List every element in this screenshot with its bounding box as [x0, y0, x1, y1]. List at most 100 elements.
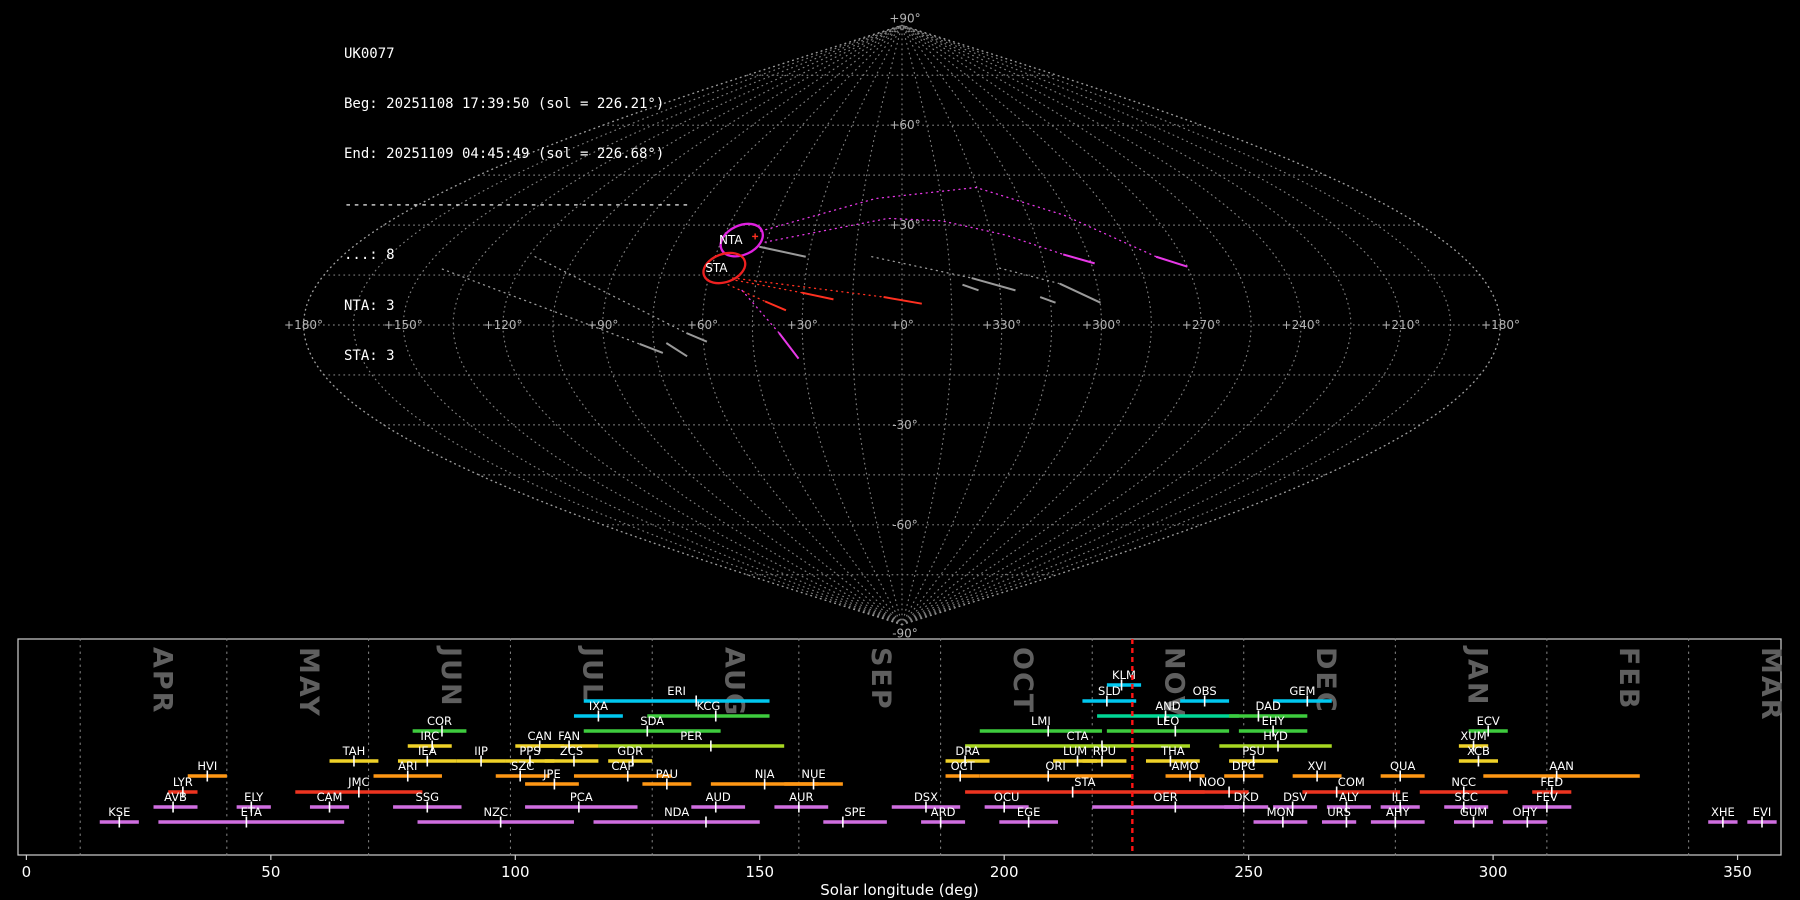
- shower-label-AND: AND: [1155, 699, 1180, 713]
- map-latitude-label: -30°: [892, 418, 918, 432]
- shower-label-LMI: LMI: [1031, 714, 1051, 728]
- month-label-AUG: AUG: [719, 647, 750, 717]
- shower-label-SCC: SCC: [1455, 790, 1478, 804]
- shower-label-DSV: DSV: [1283, 790, 1307, 804]
- shower-label-IXA: IXA: [589, 699, 608, 713]
- shower-label-NCC: NCC: [1451, 775, 1476, 789]
- meteor-trail: [1063, 254, 1094, 263]
- shower-label-JPE: JPE: [542, 767, 561, 781]
- meteor-trail: [962, 285, 978, 291]
- info-separator: ----------------------------------------…: [344, 197, 690, 214]
- shower-label-FAN: FAN: [558, 729, 580, 743]
- shower-label-PCA: PCA: [570, 790, 593, 804]
- shower-label-ETA: ETA: [241, 805, 262, 819]
- shower-label-CAP: CAP: [611, 759, 634, 773]
- plot-canvas: +180°+150°+120°+90°+60°+30°+0°+330°+300°…: [0, 0, 1800, 900]
- shower-label-HYD: HYD: [1263, 729, 1288, 743]
- shower-label-SSG: SSG: [416, 790, 440, 804]
- shower-label-AUD: AUD: [706, 790, 731, 804]
- map-longitude-label: +270°: [1182, 318, 1221, 332]
- shower-label-OER: OER: [1153, 790, 1177, 804]
- shower-label-PER: PER: [680, 729, 702, 743]
- x-axis-tick-label: 0: [22, 863, 32, 881]
- shower-label-IRC: IRC: [420, 729, 439, 743]
- shower-label-ARI: ARI: [398, 759, 417, 773]
- shower-label-OCT: OCT: [951, 759, 976, 773]
- shower-label-GEM: GEM: [1289, 684, 1315, 698]
- shower-label-ZCS: ZCS: [560, 744, 583, 758]
- shower-label-HVI: HVI: [197, 759, 217, 773]
- shower-label-ALY: ALY: [1339, 790, 1360, 804]
- map-longitude-label: +210°: [1381, 318, 1420, 332]
- meteor-trail: [1060, 284, 1101, 303]
- station-id: UK0077: [344, 46, 690, 63]
- shower-label-ORI: ORI: [1045, 759, 1065, 773]
- shower-label-PPS: PPS: [519, 744, 540, 758]
- shower-label-AHY: AHY: [1386, 805, 1411, 819]
- meteor-track-dotted: [742, 290, 779, 333]
- shower-label-OCU: OCU: [994, 790, 1020, 804]
- shower-label-PSU: PSU: [1242, 744, 1265, 758]
- shower-label-COM: COM: [1338, 775, 1365, 789]
- shower-label-CTA: CTA: [1067, 729, 1089, 743]
- shower-label-NZC: NZC: [483, 805, 508, 819]
- observation-info-block: UK0077 Beg: 20251108 17:39:50 (sol = 226…: [344, 12, 690, 398]
- shower-label-AAN: AAN: [1549, 759, 1574, 773]
- shower-label-ELY: ELY: [244, 790, 264, 804]
- shower-label-LUM: LUM: [1063, 744, 1087, 758]
- month-label-JAN: JAN: [1462, 645, 1493, 707]
- shower-label-SLD: SLD: [1098, 684, 1121, 698]
- shower-label-KCG: KCG: [696, 699, 720, 713]
- map-longitude-label: +60°: [687, 318, 718, 332]
- meteor-plot-page: +180°+150°+120°+90°+60°+30°+0°+330°+300°…: [0, 0, 1800, 900]
- meteor-trail: [802, 293, 833, 300]
- map-latitude-label: +60°: [889, 118, 920, 132]
- shower-label-NOO: NOO: [1199, 775, 1226, 789]
- shower-label-MON: MON: [1267, 805, 1295, 819]
- map-longitude-label: +30°: [787, 318, 818, 332]
- meteor-trail: [1156, 257, 1187, 267]
- shower-label-QUA: QUA: [1390, 759, 1415, 773]
- shower-label-OHY: OHY: [1513, 805, 1539, 819]
- x-axis-tick-label: 200: [990, 863, 1019, 881]
- month-label-SEP: SEP: [865, 647, 896, 711]
- shower-label-NUE: NUE: [801, 767, 825, 781]
- shower-label-ARD: ARD: [931, 805, 956, 819]
- shower-label-NIA: NIA: [755, 767, 775, 781]
- shower-label-STA: STA: [1074, 775, 1095, 789]
- shower-label-URS: URS: [1327, 805, 1351, 819]
- map-longitude-label: +180°: [1481, 318, 1520, 332]
- meteor-trail: [1040, 297, 1055, 303]
- x-axis-tick-label: 350: [1723, 863, 1752, 881]
- shower-label-ECV: ECV: [1477, 714, 1500, 728]
- month-label-APR: APR: [147, 647, 178, 714]
- map-longitude-label: +180°: [284, 318, 323, 332]
- shower-label-PAU: PAU: [656, 767, 678, 781]
- shower-label-AMO: AMO: [1172, 759, 1199, 773]
- map-longitude-label: +0°: [890, 318, 914, 332]
- map-latitude-label: +30°: [889, 218, 920, 232]
- meteor-trail: [884, 297, 922, 304]
- shower-label-FEV: FEV: [1536, 790, 1558, 804]
- x-axis-title: Solar longitude (deg): [820, 881, 978, 899]
- map-latitude-label: +90°: [889, 11, 920, 25]
- obs-begin-line: Beg: 20251108 17:39:50 (sol = 226.21°): [344, 96, 690, 113]
- shower-label-XUM: XUM: [1460, 729, 1486, 743]
- month-label-FEB: FEB: [1613, 647, 1644, 710]
- shower-label-FED: FED: [1540, 775, 1563, 789]
- radiant-label-NTA: NTA: [719, 233, 743, 247]
- shower-label-DKD: DKD: [1234, 790, 1259, 804]
- shower-label-XHE: XHE: [1711, 805, 1735, 819]
- shower-label-OBS: OBS: [1193, 684, 1217, 698]
- shower-label-LEO: LEO: [1157, 714, 1180, 728]
- shower-label-DRA: DRA: [955, 744, 979, 758]
- shower-label-ERI: ERI: [667, 684, 686, 698]
- map-latitude-label: -60°: [892, 518, 918, 532]
- meteor-track-dotted: [736, 280, 802, 292]
- count-sta: STA: 3: [344, 348, 690, 365]
- shower-label-AVB: AVB: [164, 790, 187, 804]
- shower-label-JMC: JMC: [347, 775, 369, 789]
- shower-label-EHY: EHY: [1262, 714, 1286, 728]
- month-label-OCT: OCT: [1007, 647, 1038, 714]
- meteor-track-dotted: [872, 257, 972, 278]
